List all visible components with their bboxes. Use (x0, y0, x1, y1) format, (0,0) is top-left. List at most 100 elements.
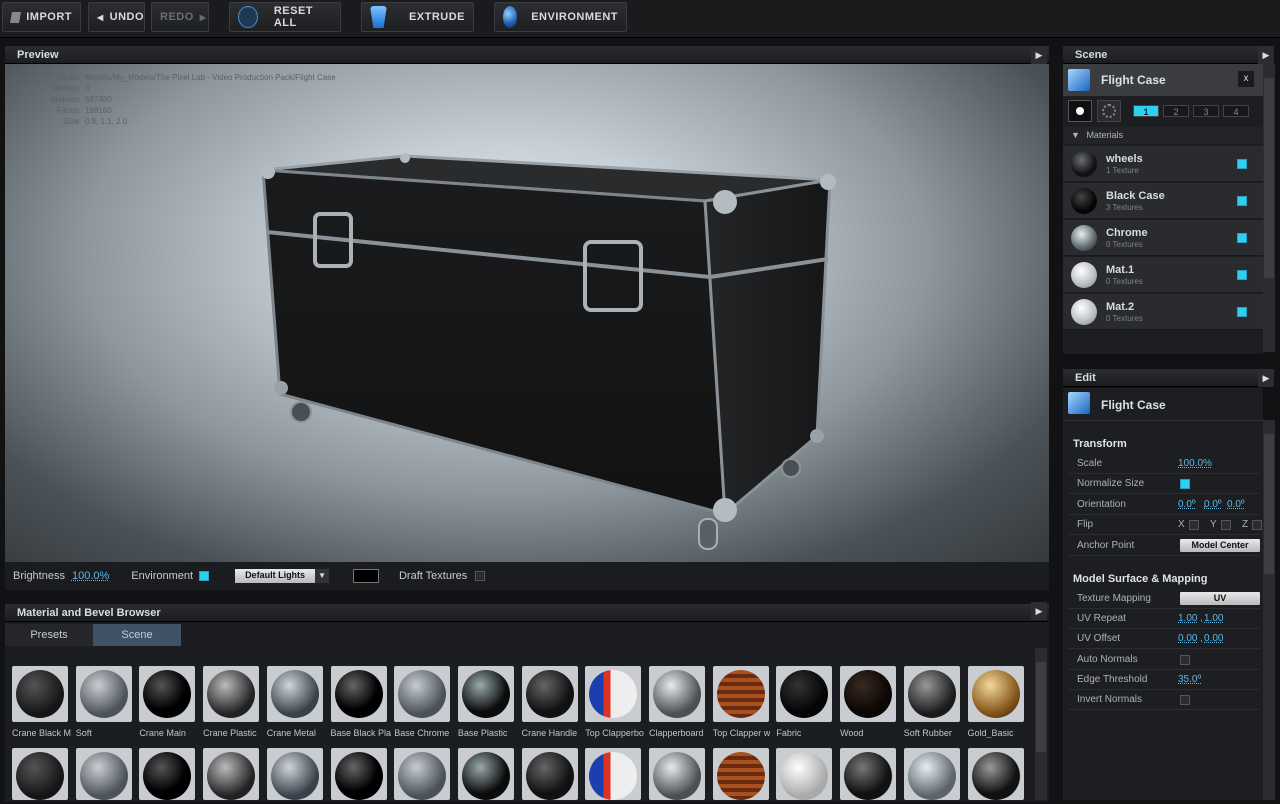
material-preset-tile[interactable] (394, 666, 451, 722)
material-preset-tile[interactable] (266, 748, 323, 800)
material-preset-tile[interactable] (457, 666, 514, 722)
material-visible-checkbox[interactable] (1237, 159, 1247, 169)
environment-button[interactable]: ENVIRONMENT (494, 2, 627, 32)
material-row[interactable]: Chrome 0 Textures (1063, 220, 1263, 256)
material-preset-tile[interactable] (139, 748, 196, 800)
normalize-checkbox[interactable] (1180, 479, 1190, 489)
redo-button[interactable]: REDO ▶ (151, 2, 209, 32)
uv-offset-row: UV Offset 0.00, 0.00 (1068, 629, 1260, 649)
orientation-y[interactable]: 0.0º (1204, 499, 1222, 510)
scene-graph-icon[interactable] (1068, 100, 1092, 122)
material-preset-tile[interactable] (330, 666, 387, 722)
material-preset-tile[interactable] (394, 748, 451, 800)
material-preset-tile[interactable] (840, 748, 897, 800)
uv-repeat-v[interactable]: 1.00 (1204, 613, 1223, 624)
material-preset-tile[interactable] (457, 748, 514, 800)
material-preset-tile[interactable] (139, 666, 196, 722)
material-row[interactable]: Mat.2 0 Textures (1063, 294, 1263, 330)
materials-view-icon[interactable] (1097, 100, 1121, 122)
uv-offset-v[interactable]: 0.00 (1204, 633, 1223, 644)
material-preset-tile[interactable] (712, 748, 769, 800)
reset-all-button[interactable]: RESET ALL (229, 2, 341, 32)
preview-expand-icon[interactable]: ▶ (1031, 46, 1047, 64)
cube-icon (1068, 69, 1090, 91)
material-preset-tile[interactable] (330, 748, 387, 800)
material-preset-tile[interactable] (776, 666, 833, 722)
page-button-4[interactable]: 4 (1223, 105, 1249, 117)
edge-threshold-value[interactable]: 35.0º (1178, 674, 1201, 685)
material-preset-tile[interactable] (840, 666, 897, 722)
material-preset-tile[interactable] (967, 748, 1024, 800)
browser-expand-icon[interactable]: ▶ (1031, 602, 1047, 620)
background-color-swatch[interactable] (352, 569, 379, 583)
material-sphere-icon (334, 670, 383, 718)
chevron-down-icon[interactable]: ▼ (315, 569, 329, 583)
material-preset-tile[interactable] (903, 666, 960, 722)
material-preset-tile[interactable] (712, 666, 769, 722)
scale-value[interactable]: 100.0% (1178, 458, 1212, 469)
material-preset-tile[interactable] (12, 748, 68, 800)
material-preset-tile[interactable] (776, 748, 833, 800)
invert-normals-checkbox[interactable] (1180, 695, 1190, 705)
material-preset-tile[interactable] (12, 666, 68, 722)
lights-dropdown[interactable]: Default Lights (235, 569, 316, 583)
texture-mapping-button[interactable]: UV (1180, 592, 1260, 605)
material-preset-label: Fabric (776, 728, 802, 738)
uv-offset-u[interactable]: 0.00 (1178, 633, 1197, 644)
page-button-2[interactable]: 2 (1163, 105, 1189, 117)
uv-repeat-u[interactable]: 1.00 (1178, 613, 1197, 624)
material-preset-tile[interactable] (521, 748, 578, 800)
page-button-3[interactable]: 3 (1193, 105, 1219, 117)
material-preset-tile[interactable] (649, 748, 705, 800)
brightness-value[interactable]: 100.0% (72, 570, 109, 582)
material-visible-checkbox[interactable] (1237, 307, 1247, 317)
material-preset-tile[interactable] (75, 748, 132, 800)
material-row[interactable]: Black Case 3 Textures (1063, 183, 1263, 219)
page-button-1[interactable]: 1 (1133, 105, 1159, 117)
material-sphere-icon (79, 670, 128, 718)
scene-scrollbar[interactable] (1263, 64, 1275, 352)
material-visible-checkbox[interactable] (1237, 233, 1247, 243)
undo-button[interactable]: ◀ UNDO (88, 2, 145, 32)
material-preset-tile[interactable] (585, 666, 642, 722)
material-preset-tile[interactable] (967, 666, 1024, 722)
scene-expand-icon[interactable]: ▶ (1258, 46, 1274, 64)
3d-viewport[interactable]: Model: Models/My_Models/The Pixel Lab - V… (5, 64, 1049, 562)
extrude-button[interactable]: EXTRUDE (361, 2, 474, 32)
close-button[interactable]: x (1238, 71, 1254, 87)
material-preset-tile[interactable] (203, 666, 260, 722)
material-visible-checkbox[interactable] (1237, 196, 1247, 206)
auto-normals-row: Auto Normals (1068, 650, 1260, 670)
material-preset-tile[interactable] (649, 666, 705, 722)
environment-checkbox[interactable] (199, 571, 210, 581)
material-preset-tile[interactable] (585, 748, 642, 800)
material-preset-tile[interactable] (903, 748, 960, 800)
scene-object-row[interactable]: Flight Case x (1063, 64, 1263, 96)
material-preset-label: Crane Black M (12, 728, 72, 738)
anchor-point-button[interactable]: Model Center (1180, 539, 1260, 552)
materials-section[interactable]: ▼ Materials (1063, 127, 1263, 144)
flip-y-checkbox[interactable] (1221, 520, 1231, 530)
material-visible-checkbox[interactable] (1237, 270, 1247, 280)
material-row[interactable]: Mat.1 0 Textures (1063, 257, 1263, 293)
edit-scrollbar[interactable] (1263, 420, 1275, 800)
material-preset-label: Crane Handle (521, 728, 578, 738)
material-row[interactable]: wheels 1 Texture (1063, 146, 1263, 182)
material-preset-tile[interactable] (266, 666, 323, 722)
browser-scrollbar[interactable] (1035, 648, 1047, 800)
import-button[interactable]: IMPORT (2, 2, 81, 32)
material-preset-tile[interactable] (521, 666, 578, 722)
material-preset-tile[interactable] (75, 666, 132, 722)
material-preset-label: Soft Rubber (903, 728, 952, 738)
flip-x-checkbox[interactable] (1189, 520, 1199, 530)
orientation-z[interactable]: 0.0º (1227, 499, 1245, 510)
orientation-x[interactable]: 0.0º (1178, 499, 1196, 510)
tab-presets[interactable]: Presets (5, 624, 93, 646)
auto-normals-checkbox[interactable] (1180, 655, 1190, 665)
draft-textures-checkbox[interactable] (475, 571, 486, 581)
flip-z-checkbox[interactable] (1252, 520, 1262, 530)
edit-expand-icon[interactable]: ▶ (1258, 369, 1274, 387)
tab-scene[interactable]: Scene (93, 624, 181, 646)
material-sphere-icon (16, 670, 64, 718)
material-preset-tile[interactable] (203, 748, 260, 800)
